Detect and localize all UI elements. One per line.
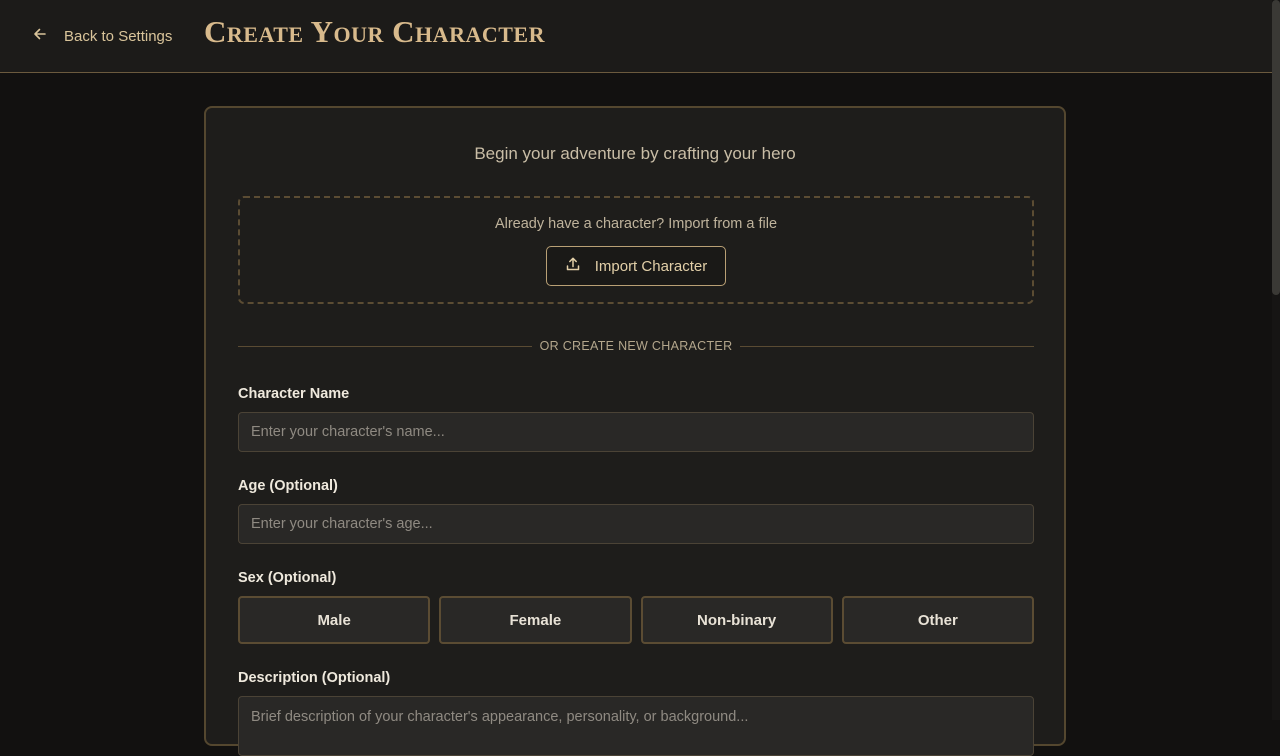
sex-option-male[interactable]: Male — [238, 596, 431, 644]
scrollbar-track[interactable] — [1272, 0, 1280, 720]
age-label: Age (Optional) — [238, 478, 338, 494]
import-dropzone[interactable]: Already have a character? Import from a … — [238, 196, 1034, 304]
card-subtitle: Begin your adventure by crafting your he… — [474, 144, 796, 163]
page-title: Create Your Character — [204, 14, 545, 49]
sex-option-other[interactable]: Other — [841, 596, 1034, 644]
back-to-settings-link[interactable]: Back to Settings — [32, 24, 172, 48]
sex-label: Sex (Optional) — [238, 570, 337, 586]
age-input[interactable] — [238, 504, 1034, 544]
upload-icon — [565, 256, 581, 276]
description-textarea[interactable] — [238, 696, 1034, 756]
arrow-left-icon — [32, 26, 48, 46]
or-divider: OR CREATE NEW CHARACTER — [238, 336, 1035, 356]
divider-label: OR CREATE NEW CHARACTER — [539, 339, 733, 353]
import-button-label: Import Character — [594, 257, 708, 275]
sex-option-female[interactable]: Female — [439, 596, 632, 644]
import-character-button[interactable]: Import Character — [546, 246, 726, 286]
back-link-label: Back to Settings — [64, 27, 173, 45]
import-prompt: Already have a character? Import from a … — [494, 216, 778, 232]
scrollbar-thumb[interactable] — [1272, 0, 1280, 295]
divider-line-right — [740, 345, 1035, 347]
sex-option-non-binary[interactable]: Non-binary — [640, 596, 833, 644]
character-name-input[interactable] — [238, 412, 1034, 452]
divider-line-left — [238, 345, 532, 347]
sex-options: Male Female Non-binary Other — [238, 596, 1034, 644]
top-bar: Back to Settings Create Your Character — [0, 0, 1272, 73]
character-creation-card: Begin your adventure by crafting your he… — [204, 106, 1066, 756]
character-name-label: Character Name — [238, 386, 350, 402]
description-label: Description (Optional) — [238, 670, 391, 686]
